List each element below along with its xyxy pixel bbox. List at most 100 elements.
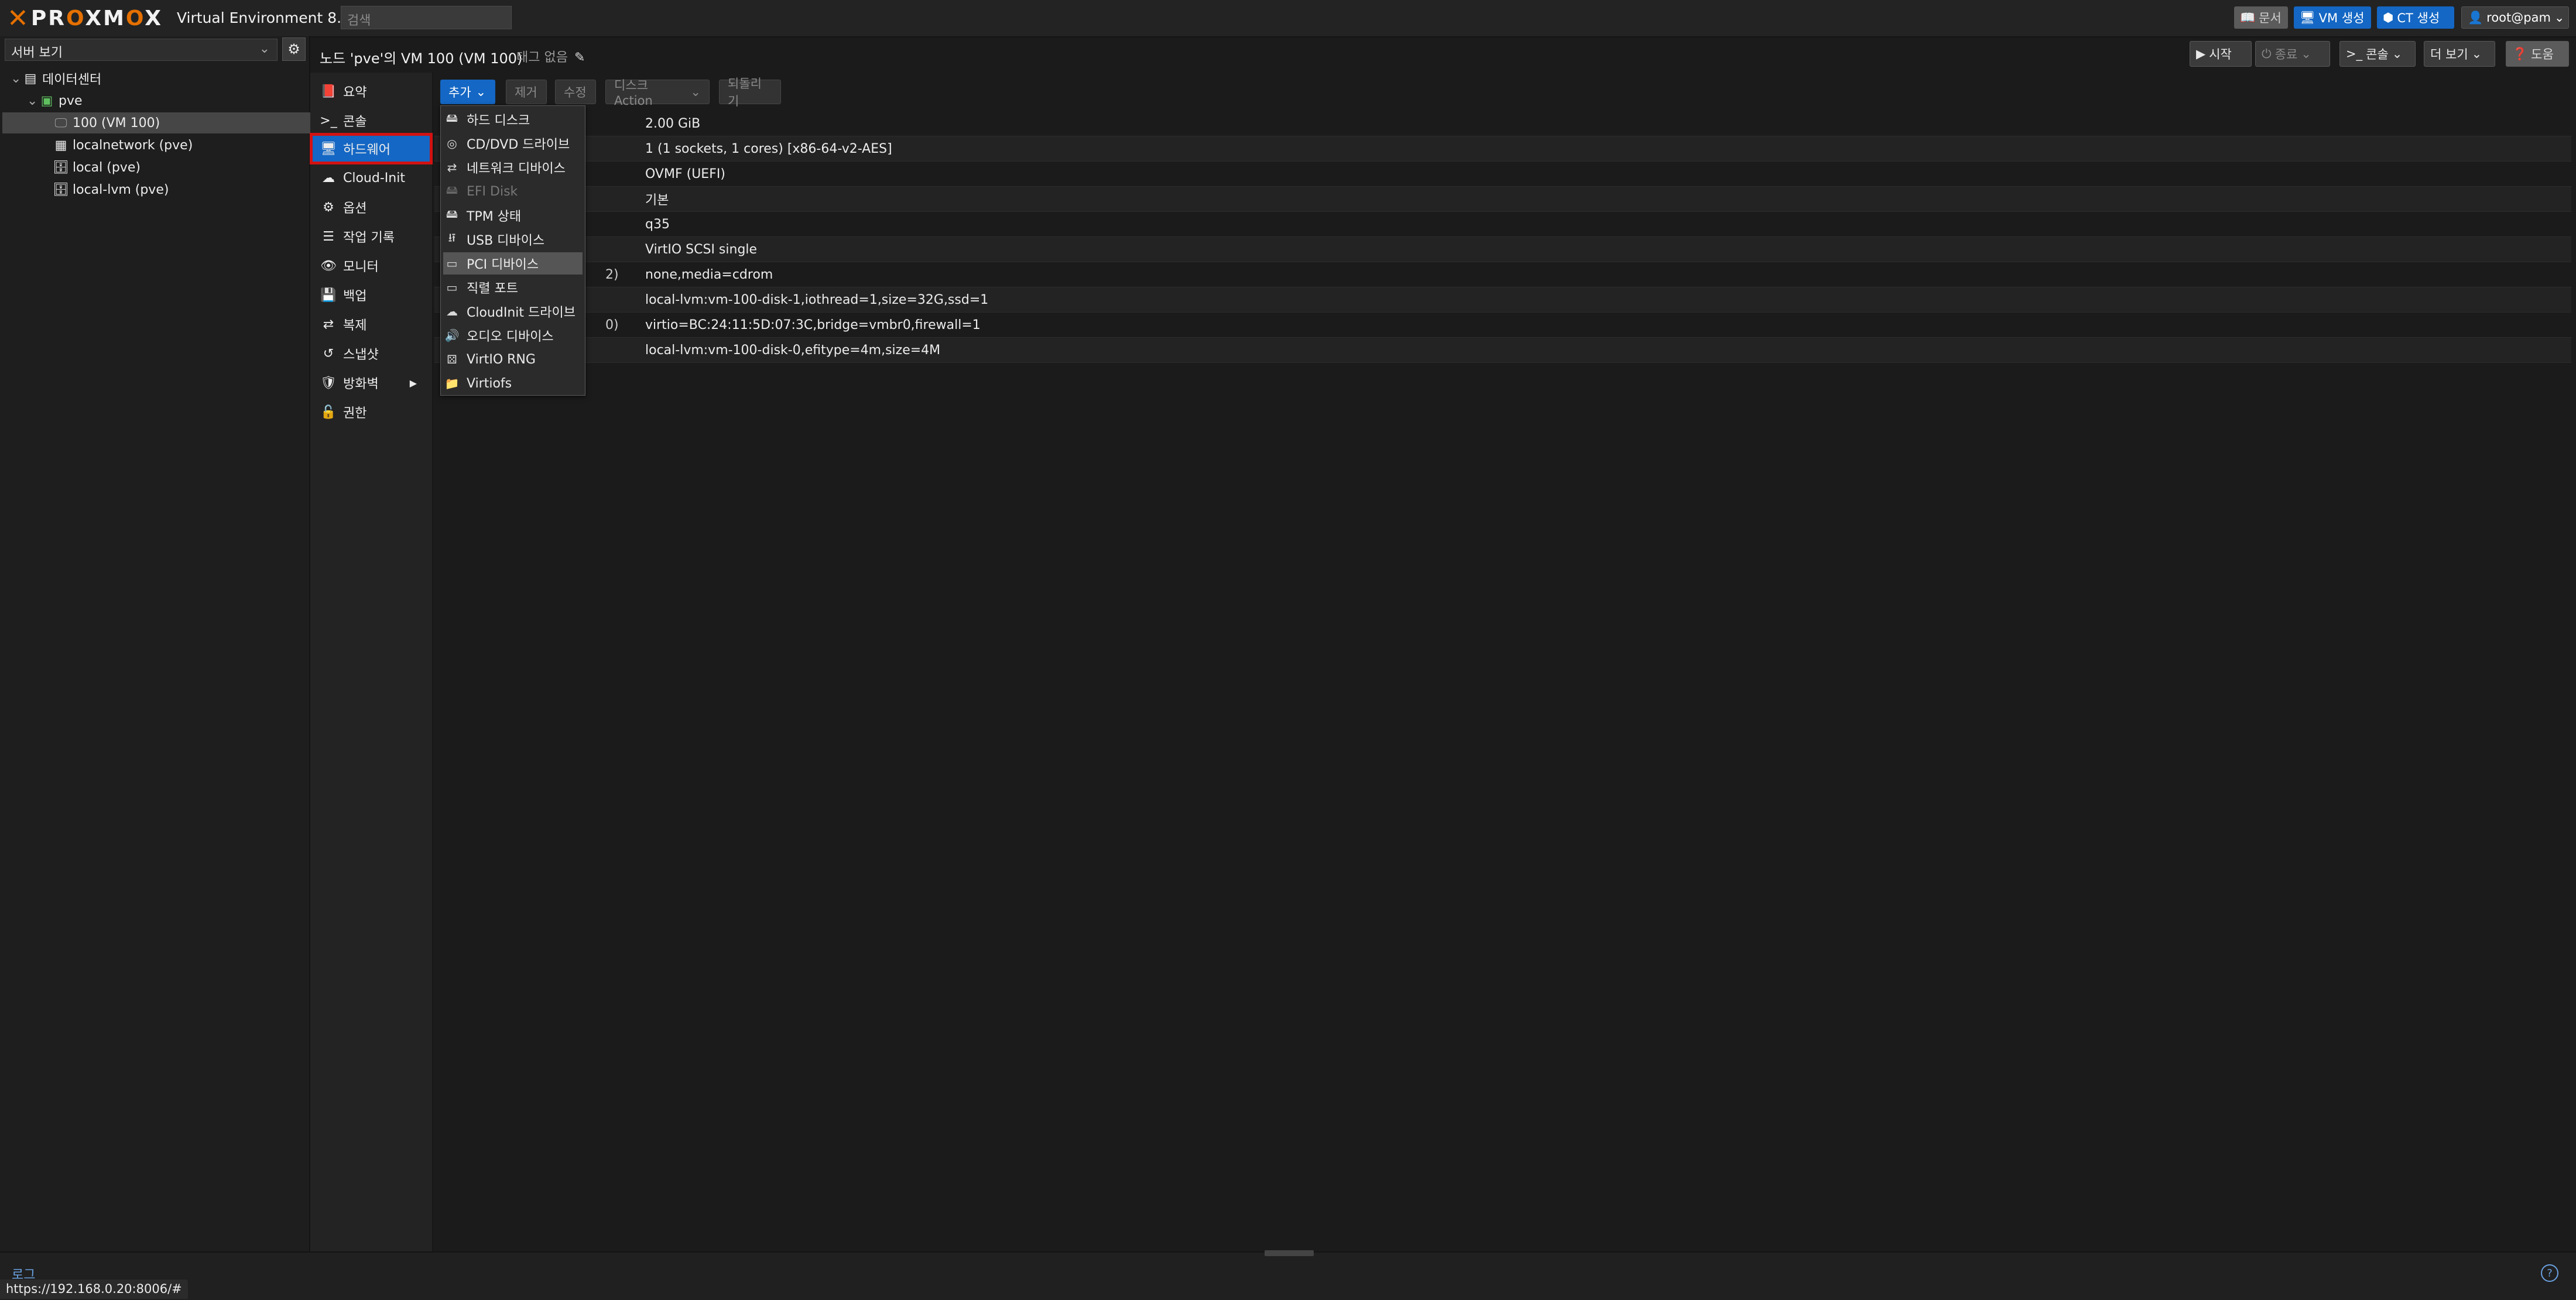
- start-button[interactable]: ▶ 시작: [2190, 41, 2252, 67]
- menu-item-monitor[interactable]: 👁 모니터: [313, 253, 430, 279]
- add-cloudinit-drive-item[interactable]: ☁ CloudInit 드라이브: [443, 300, 583, 323]
- help-circle-icon[interactable]: ?: [2541, 1264, 2558, 1282]
- table-row[interactable]: 0) virtio=BC:24:11:5D:07:3C,bridge=vmbr0,…: [434, 313, 2571, 338]
- add-pci-device-item[interactable]: ▭ PCI 디바이스: [443, 252, 583, 275]
- play-icon: ▶: [2196, 47, 2206, 61]
- storage-icon: 🗄: [53, 182, 69, 197]
- node-icon: ▣: [40, 93, 53, 108]
- add-hardware-dropdown: 🖴 하드 디스크 ◎ CD/DVD 드라이브 ⇄ 네트워크 디바이스 🖴 EFI Dis…: [440, 105, 585, 396]
- summary-icon: 📕: [320, 84, 337, 99]
- table-row[interactable]: 기본: [434, 187, 2571, 212]
- question-icon: ❓: [2512, 46, 2528, 61]
- tree-item-datacenter[interactable]: ⌄ ▤ 데이터센터: [2, 68, 315, 89]
- disk-action-button[interactable]: 디스크 Action ⌄: [605, 78, 710, 108]
- power-icon: ⏻: [2262, 46, 2272, 61]
- tree-item-pve[interactable]: ⌄ ▣ pve: [2, 90, 331, 111]
- table-row[interactable]: 2.00 GiB: [434, 111, 2571, 136]
- vm-menu: [310, 73, 433, 1251]
- create-vm-button[interactable]: 🖥 VM 생성: [2294, 6, 2371, 29]
- chevron-down-icon: ⌄: [475, 85, 487, 99]
- search-placeholder: 검색: [347, 13, 371, 28]
- gear-icon: ⚙: [323, 200, 334, 215]
- cdrom-icon: ◎: [447, 136, 457, 150]
- console-icon: >_: [320, 113, 337, 128]
- datacenter-icon: ▤: [24, 71, 37, 86]
- menu-item-summary[interactable]: 📕 요약: [313, 78, 430, 104]
- resource-tree-panel: [0, 36, 310, 1251]
- chevron-down-icon: ⌄: [2392, 47, 2403, 61]
- console-button[interactable]: >_ 콘솔 ⌄: [2339, 41, 2416, 67]
- create-ct-button[interactable]: ⬢ CT 생성: [2377, 6, 2454, 29]
- book-icon: 📖: [2240, 10, 2256, 25]
- table-row[interactable]: 1 (1 sockets, 1 cores) [x86-64-v2-AES]: [434, 136, 2571, 162]
- proxmox-x-icon: ✕: [7, 4, 29, 33]
- chevron-down-icon: ⌄: [27, 93, 38, 108]
- caret-right-icon: ▶: [409, 377, 417, 389]
- add-efi-disk-item[interactable]: 🖴 EFI Disk: [443, 180, 583, 203]
- user-icon: 👤: [2468, 10, 2483, 25]
- menu-item-permissions[interactable]: 🔓 권한: [313, 399, 430, 425]
- usb-icon: ⭿: [448, 231, 456, 245]
- add-network-device-item[interactable]: ⇄ 네트워크 디바이스: [443, 156, 583, 179]
- add-tpm-state-item[interactable]: 🖴 TPM 상태: [443, 204, 583, 227]
- table-row[interactable]: q35: [434, 212, 2571, 237]
- hdd-icon: 🖴: [446, 183, 458, 197]
- add-button[interactable]: 추가 ⌄: [440, 80, 495, 104]
- tree-item-local-lvm[interactable]: 🗄 local-lvm (pve): [2, 179, 357, 200]
- chevron-down-icon: ⌄: [2471, 47, 2482, 61]
- search-input[interactable]: 검색: [341, 6, 512, 29]
- proxmox-logo[interactable]: ✕ PROXMOX: [7, 6, 163, 32]
- table-row[interactable]: VirtIO SCSI single: [434, 237, 2571, 262]
- pencil-icon[interactable]: ✎: [574, 50, 585, 65]
- edit-button[interactable]: 수정: [555, 80, 596, 104]
- log-panel: [0, 1251, 2576, 1300]
- tree-item-vm-100[interactable]: 🖵 100 (VM 100): [2, 112, 357, 133]
- chevron-down-icon: ⌄: [2301, 47, 2311, 61]
- volume-icon: 🔊: [444, 328, 460, 342]
- pci-card-icon: ▭: [446, 256, 458, 270]
- add-hard-disk-item[interactable]: 🖴 하드 디스크: [443, 108, 583, 131]
- add-audio-device-item[interactable]: 🔊 오디오 디바이스: [443, 324, 583, 347]
- menu-item-snapshots[interactable]: ↺ 스냅샷: [313, 341, 430, 366]
- serial-port-icon: ▭: [446, 280, 458, 294]
- menu-item-hardware[interactable]: 🖥 하드웨어: [310, 133, 433, 164]
- add-virtiofs-item[interactable]: 📁 Virtiofs: [443, 372, 583, 395]
- help-button[interactable]: ❓ 도움: [2506, 41, 2569, 67]
- revert-button[interactable]: 되돌리기: [719, 77, 781, 108]
- view-select[interactable]: 서버 보기 ⌄: [5, 39, 278, 61]
- remove-button[interactable]: 제거: [506, 80, 547, 104]
- table-row[interactable]: OVMF (UEFI): [434, 162, 2571, 187]
- hardware-icon: 🖥: [320, 141, 337, 156]
- cloud-icon: ☁: [446, 304, 458, 318]
- add-serial-port-item[interactable]: ▭ 직렬 포트: [443, 276, 583, 299]
- menu-item-backup[interactable]: 💾 백업: [313, 282, 430, 308]
- hdd-icon: 🖴: [446, 207, 458, 221]
- history-icon: ↺: [323, 346, 334, 361]
- panel-splitter-handle[interactable]: [1265, 1250, 1314, 1256]
- tree-item-local[interactable]: 🗄 local (pve): [2, 157, 357, 178]
- more-button[interactable]: 더 보기 ⌄: [2424, 41, 2495, 67]
- user-menu-button[interactable]: 👤 root@pam ⌄: [2461, 6, 2569, 29]
- menu-item-replication[interactable]: ⇄ 복제: [313, 311, 430, 337]
- floppy-icon: 💾: [320, 287, 337, 303]
- table-row[interactable]: 2) none,media=cdrom: [434, 262, 2571, 287]
- add-virtio-rng-item[interactable]: ⚄ VirtIO RNG: [443, 348, 583, 371]
- list-icon: ☰: [323, 229, 334, 244]
- menu-item-options[interactable]: ⚙ 옵션: [313, 194, 430, 220]
- menu-item-console[interactable]: >_ 콘솔: [313, 108, 430, 133]
- menu-item-firewall[interactable]: 🛡 방화벽 ▶: [313, 370, 430, 396]
- monitor-icon: 🖥: [2300, 10, 2315, 25]
- menu-item-task-history[interactable]: ☰ 작업 기록: [313, 224, 430, 249]
- table-row[interactable]: local-lvm:vm-100-disk-0,efitype=4m,size=…: [434, 338, 2571, 363]
- tree-item-localnetwork[interactable]: ▦ localnetwork (pve): [2, 135, 357, 156]
- hdd-icon: 🖴: [446, 111, 458, 125]
- table-row[interactable]: local-lvm:vm-100-disk-1,iothread=1,size=…: [434, 287, 2571, 313]
- tags-area[interactable]: 태그 없음 ✎: [516, 47, 585, 66]
- folder-icon: 📁: [444, 376, 460, 390]
- shutdown-button[interactable]: ⏻ 종료 ⌄: [2255, 41, 2330, 67]
- docs-button[interactable]: 📖 문서: [2234, 6, 2288, 29]
- add-usb-device-item[interactable]: ⭿ USB 디바이스: [443, 228, 583, 251]
- add-cdrom-item[interactable]: ◎ CD/DVD 드라이브: [443, 132, 583, 155]
- menu-item-cloud-init[interactable]: ☁ Cloud-Init: [313, 165, 430, 191]
- tree-settings-button[interactable]: ⚙: [282, 37, 306, 61]
